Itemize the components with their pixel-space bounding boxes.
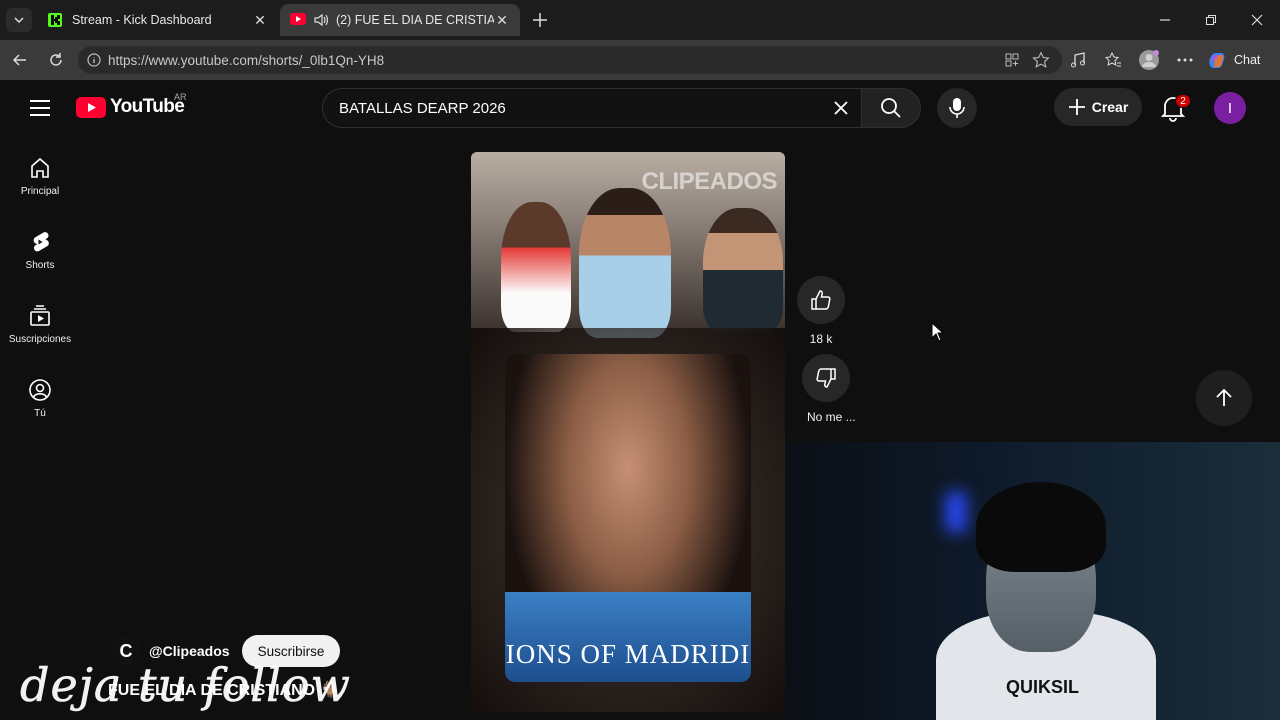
video-top-frame: CLIPEADOS bbox=[471, 152, 785, 338]
favorites-button[interactable] bbox=[1102, 49, 1124, 71]
stream-overlay-text: deja tu follow bbox=[20, 658, 351, 713]
shorts-icon bbox=[33, 232, 49, 252]
youtube-icon bbox=[290, 13, 306, 27]
site-info-icon[interactable] bbox=[86, 52, 102, 68]
reload-button[interactable] bbox=[44, 48, 68, 72]
copilot-icon bbox=[1209, 53, 1225, 68]
more-menu-button[interactable] bbox=[1174, 49, 1196, 71]
chevron-down-icon bbox=[14, 17, 24, 24]
favorites-list-icon bbox=[1104, 51, 1121, 67]
search-input[interactable]: BATALLAS DEARP 2026 bbox=[322, 88, 862, 128]
youtube-logo[interactable]: YouTube AR bbox=[76, 92, 187, 118]
like-count: 18 k bbox=[809, 332, 833, 346]
favorite-star-icon[interactable] bbox=[1032, 51, 1050, 69]
sidebar-item-principal[interactable]: Principal bbox=[0, 156, 80, 220]
hamburger-menu-icon[interactable] bbox=[28, 98, 52, 118]
blue-light bbox=[946, 492, 966, 532]
music-note-icon bbox=[1071, 52, 1085, 68]
profile-icon bbox=[1139, 50, 1159, 70]
restore-icon bbox=[1206, 15, 1216, 25]
tab-title: (2) FUE EL DIA DE CRISTIANO bbox=[336, 13, 494, 27]
channel-name[interactable]: @Clipeados bbox=[149, 643, 230, 659]
close-icon[interactable]: ✕ bbox=[494, 12, 510, 28]
shirt-logo-text: QUIKSIL bbox=[1006, 677, 1080, 697]
youtube-page: YouTube AR BATALLAS DEARP 2026 Crear 2 I… bbox=[0, 80, 1280, 720]
reload-icon bbox=[50, 53, 62, 66]
webcam-overlay: QUIKSIL bbox=[786, 442, 1280, 720]
media-control-button[interactable] bbox=[1067, 49, 1089, 71]
plus-icon bbox=[1068, 99, 1085, 115]
mouse-cursor-icon bbox=[931, 322, 945, 342]
sidebar-item-label: Tú bbox=[34, 408, 46, 419]
like-action[interactable]: 18 k bbox=[797, 276, 845, 346]
speaker-icon[interactable] bbox=[314, 13, 329, 27]
sidebar-item-label: Suscripciones bbox=[8, 334, 72, 345]
copilot-chat-button[interactable]: Chat bbox=[1206, 47, 1272, 73]
home-icon bbox=[31, 157, 49, 178]
dislike-label: No me ... bbox=[807, 410, 856, 424]
browser-tab-bar: Stream - Kick Dashboard ✕ (2) FUE EL DIA… bbox=[0, 0, 1280, 40]
address-bar[interactable]: https://www.youtube.com/shorts/_0lb1Qn-Y… bbox=[78, 46, 1062, 74]
restore-button[interactable] bbox=[1197, 8, 1225, 32]
microphone-icon bbox=[949, 98, 965, 118]
sidebar-item-shorts[interactable]: Shorts bbox=[0, 230, 80, 294]
browser-tab-kick[interactable]: Stream - Kick Dashboard ✕ bbox=[38, 4, 278, 36]
webcam-hair bbox=[976, 482, 1106, 572]
person-right bbox=[703, 208, 783, 332]
url-text: https://www.youtube.com/shorts/_0lb1Qn-Y… bbox=[108, 52, 385, 68]
close-icon[interactable]: ✕ bbox=[252, 12, 268, 28]
minimize-button[interactable] bbox=[1151, 8, 1179, 32]
new-tab-button[interactable] bbox=[528, 8, 552, 32]
person-center bbox=[579, 188, 671, 338]
profile-button[interactable] bbox=[1138, 49, 1160, 71]
search-value: BATALLAS DEARP 2026 bbox=[339, 99, 506, 117]
plus-icon bbox=[533, 13, 547, 27]
thumbs-down-icon bbox=[816, 368, 837, 388]
arrow-up-icon bbox=[1216, 388, 1232, 406]
tab-actions-menu-button[interactable] bbox=[6, 8, 32, 32]
video-watermark: CLIPEADOS bbox=[641, 168, 777, 195]
video-caption: IONS OF MADRIDI bbox=[505, 639, 751, 669]
create-label: Crear bbox=[1091, 99, 1129, 115]
person-left bbox=[501, 202, 571, 332]
minimize-icon bbox=[1160, 19, 1170, 21]
sidebar-item-tu[interactable]: Tú bbox=[0, 378, 80, 442]
subscriptions-icon bbox=[30, 305, 50, 326]
account-avatar[interactable]: I bbox=[1214, 92, 1246, 124]
search-button[interactable] bbox=[861, 88, 921, 128]
kick-icon bbox=[48, 13, 62, 27]
notification-badge: 2 bbox=[1175, 94, 1191, 108]
you-icon bbox=[29, 379, 51, 401]
create-button[interactable]: Crear bbox=[1054, 88, 1142, 126]
shorts-video-player[interactable]: CLIPEADOS IONS OF MADRIDI bbox=[471, 152, 785, 712]
close-icon bbox=[1251, 14, 1263, 26]
voice-search-button[interactable] bbox=[937, 88, 977, 128]
arrow-left-icon bbox=[12, 54, 26, 66]
browser-toolbar: https://www.youtube.com/shorts/_0lb1Qn-Y… bbox=[0, 40, 1280, 80]
sidebar-item-label: Principal bbox=[20, 186, 60, 197]
sidebar-item-label: Shorts bbox=[25, 260, 55, 271]
youtube-play-icon bbox=[76, 96, 106, 118]
video-inset-frame: IONS OF MADRIDI bbox=[505, 354, 751, 682]
more-horizontal-icon bbox=[1177, 58, 1193, 62]
chat-label: Chat bbox=[1234, 53, 1261, 67]
previous-short-button[interactable] bbox=[1196, 370, 1252, 426]
back-button[interactable] bbox=[8, 48, 32, 72]
tab-title: Stream - Kick Dashboard bbox=[72, 13, 212, 27]
browser-tab-youtube[interactable]: (2) FUE EL DIA DE CRISTIANO ✕ bbox=[280, 4, 520, 36]
country-code: AR bbox=[174, 92, 187, 102]
search-icon bbox=[881, 98, 901, 118]
like-button[interactable] bbox=[797, 276, 845, 324]
sidebar-item-suscripciones[interactable]: Suscripciones bbox=[0, 304, 80, 368]
clear-icon[interactable] bbox=[831, 98, 851, 118]
close-window-button[interactable] bbox=[1243, 8, 1271, 32]
app-available-icon[interactable] bbox=[1004, 51, 1020, 69]
dislike-button[interactable] bbox=[802, 354, 851, 402]
dislike-action[interactable]: No me ... bbox=[797, 354, 856, 424]
thumbs-up-icon bbox=[811, 290, 831, 310]
